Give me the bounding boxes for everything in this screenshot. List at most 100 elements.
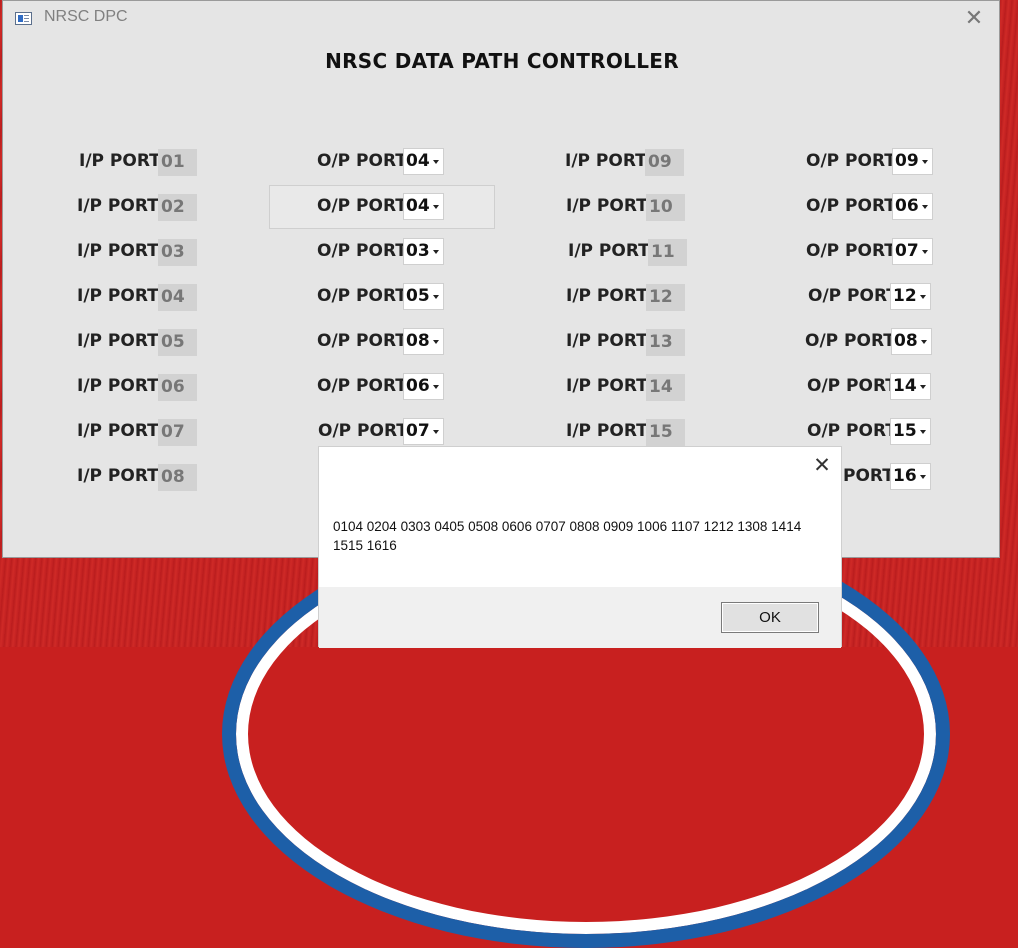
op-port-value: 15 xyxy=(893,421,917,441)
chevron-down-icon xyxy=(433,340,439,344)
op-port-value: 08 xyxy=(894,331,918,351)
op-port-select-07[interactable]: 07 xyxy=(403,418,444,445)
op-port-select-02[interactable]: 04 xyxy=(403,193,444,220)
ip-port-label-01: I/P PORT xyxy=(79,151,161,171)
ip-port-label-08: I/P PORT xyxy=(77,466,159,486)
ip-port-field-08: 08 xyxy=(158,464,197,491)
ip-port-field-13: 13 xyxy=(646,329,685,356)
chevron-down-icon xyxy=(920,295,926,299)
ip-port-field-06: 06 xyxy=(158,374,197,401)
op-port-value: 07 xyxy=(895,241,919,261)
op-port-select-01[interactable]: 04 xyxy=(403,148,444,175)
chevron-down-icon xyxy=(433,160,439,164)
chevron-down-icon xyxy=(433,430,439,434)
chevron-down-icon xyxy=(920,385,926,389)
op-port-label-r2-right: O/P PORT xyxy=(806,196,896,216)
ip-port-label-12: I/P PORT xyxy=(566,286,648,306)
op-port-select-12[interactable]: 12 xyxy=(890,283,931,310)
chevron-down-icon xyxy=(920,430,926,434)
ip-port-label-10: I/P PORT xyxy=(566,196,648,216)
chevron-down-icon xyxy=(920,475,926,479)
ip-port-field-11: 11 xyxy=(648,239,687,266)
op-port-value: 06 xyxy=(406,376,430,396)
op-port-label-r8-right-partial: PORT xyxy=(843,466,894,486)
op-port-label-r5-right: O/P PORT xyxy=(805,331,895,351)
op-port-select-13[interactable]: 08 xyxy=(891,328,932,355)
app-window-icon xyxy=(15,12,32,25)
op-port-label-r5-left: O/P PORT xyxy=(317,331,407,351)
ip-port-label-04: I/P PORT xyxy=(77,286,159,306)
dialog-footer: OK xyxy=(319,587,841,648)
op-port-label-r3-right: O/P PORT xyxy=(806,241,896,261)
op-port-select-05[interactable]: 08 xyxy=(403,328,444,355)
ip-port-field-01: 01 xyxy=(158,149,197,176)
ip-port-label-11: I/P PORT xyxy=(568,241,650,261)
ip-port-field-10: 10 xyxy=(646,194,685,221)
page-title: NRSC DATA PATH CONTROLLER xyxy=(325,49,679,73)
op-port-value: 09 xyxy=(895,151,919,171)
op-port-select-11[interactable]: 07 xyxy=(892,238,933,265)
op-port-label-r6-right: O/P PORT xyxy=(807,376,897,396)
ip-port-field-05: 05 xyxy=(158,329,197,356)
ip-port-label-14: I/P PORT xyxy=(566,376,648,396)
op-port-select-10[interactable]: 06 xyxy=(892,193,933,220)
chevron-down-icon xyxy=(433,295,439,299)
ip-port-label-03: I/P PORT xyxy=(77,241,159,261)
ip-port-label-15: I/P PORT xyxy=(566,421,648,441)
op-port-value: 05 xyxy=(406,286,430,306)
chevron-down-icon xyxy=(921,340,927,344)
op-port-value: 07 xyxy=(406,421,430,441)
op-port-label-r2-left: O/P PORT xyxy=(317,196,407,216)
op-port-label-r7-right: O/P PORT xyxy=(807,421,897,441)
op-port-value: 08 xyxy=(406,331,430,351)
op-port-value: 12 xyxy=(893,286,917,306)
op-port-value: 16 xyxy=(893,466,917,486)
close-icon[interactable]: ✕ xyxy=(809,453,835,477)
op-port-select-15[interactable]: 15 xyxy=(890,418,931,445)
op-port-select-04[interactable]: 05 xyxy=(403,283,444,310)
ip-port-field-15: 15 xyxy=(646,419,685,446)
chevron-down-icon xyxy=(922,160,928,164)
dialog-message: 0104 0204 0303 0405 0508 0606 0707 0808 … xyxy=(333,519,802,553)
ip-port-field-12: 12 xyxy=(646,284,685,311)
chevron-down-icon xyxy=(433,250,439,254)
ip-port-field-09: 09 xyxy=(645,149,684,176)
ip-port-label-09: I/P PORT xyxy=(565,151,647,171)
close-icon[interactable]: ✕ xyxy=(959,7,989,31)
ip-port-label-05: I/P PORT xyxy=(77,331,159,351)
op-port-select-14[interactable]: 14 xyxy=(890,373,931,400)
op-port-select-03[interactable]: 03 xyxy=(403,238,444,265)
op-port-select-16[interactable]: 16 xyxy=(890,463,931,490)
ip-port-label-07: I/P PORT xyxy=(77,421,159,441)
chevron-down-icon xyxy=(922,205,928,209)
op-port-label-r4-left: O/P PORT xyxy=(317,286,407,306)
ip-port-field-04: 04 xyxy=(158,284,197,311)
chevron-down-icon xyxy=(433,385,439,389)
op-port-select-06[interactable]: 06 xyxy=(403,373,444,400)
op-port-label-r1-left: O/P PORT xyxy=(317,151,407,171)
chevron-down-icon xyxy=(433,205,439,209)
ip-port-label-02: I/P PORT xyxy=(77,196,159,216)
op-port-value: 14 xyxy=(893,376,917,396)
ip-port-field-02: 02 xyxy=(158,194,197,221)
op-port-value: 03 xyxy=(406,241,430,261)
window-title: NRSC DPC xyxy=(44,8,128,25)
ok-button[interactable]: OK xyxy=(721,602,819,633)
ip-port-field-07: 07 xyxy=(158,419,197,446)
op-port-value: 06 xyxy=(895,196,919,216)
op-port-value: 04 xyxy=(406,196,430,216)
ip-port-label-06: I/P PORT xyxy=(77,376,159,396)
op-port-label-r1-right: O/P PORT xyxy=(806,151,896,171)
op-port-label-r6-left: O/P PORT xyxy=(317,376,407,396)
ip-port-field-14: 14 xyxy=(646,374,685,401)
op-port-label-r3-left: O/P PORT xyxy=(317,241,407,261)
op-port-select-09[interactable]: 09 xyxy=(892,148,933,175)
op-port-label-r4-right: O/P PORT xyxy=(808,286,898,306)
op-port-label-r7-left: O/P PORT xyxy=(318,421,408,441)
title-bar: NRSC DPC ✕ xyxy=(3,1,999,35)
message-dialog: ✕ 0104 0204 0303 0405 0508 0606 0707 080… xyxy=(318,446,842,648)
ip-port-field-03: 03 xyxy=(158,239,197,266)
op-port-value: 04 xyxy=(406,151,430,171)
ip-port-label-13: I/P PORT xyxy=(566,331,648,351)
chevron-down-icon xyxy=(922,250,928,254)
